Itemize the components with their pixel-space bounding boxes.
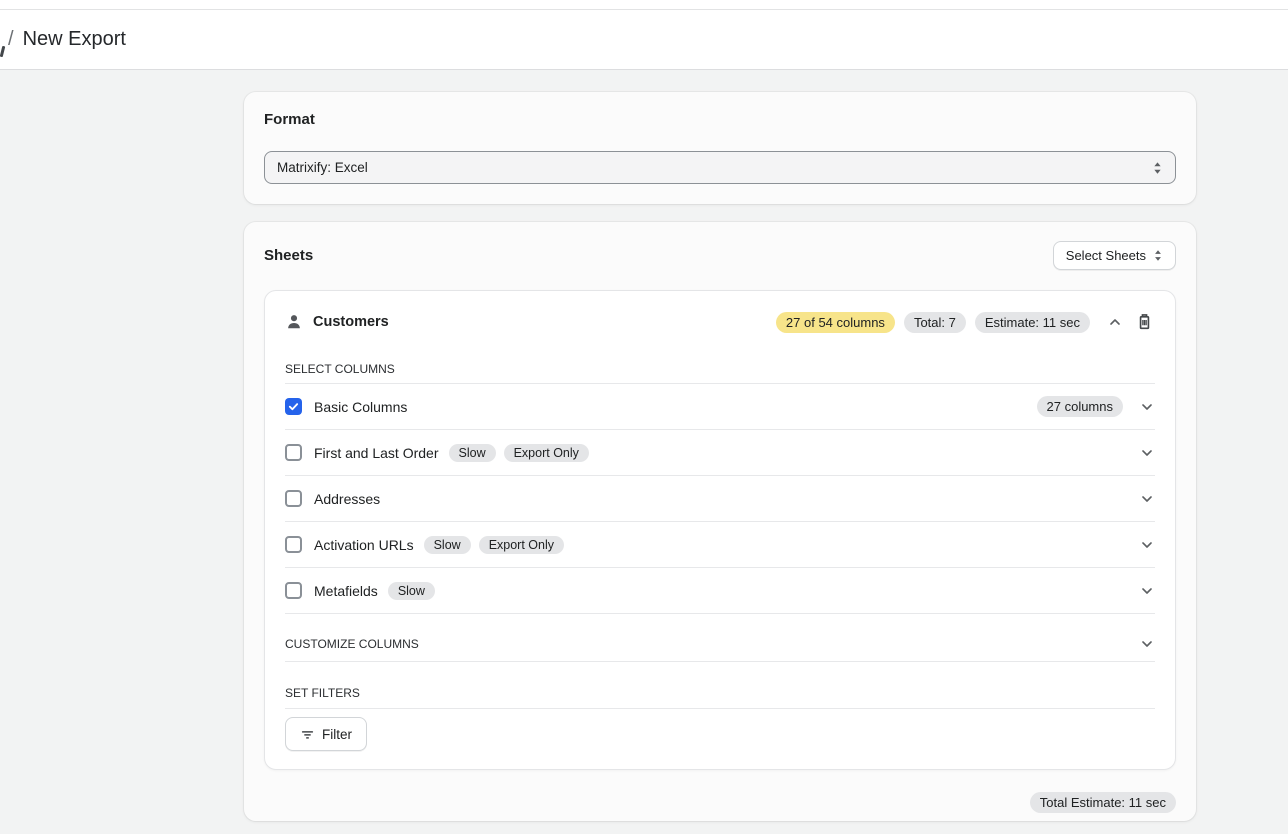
column-group-label: First and Last Order bbox=[314, 445, 439, 461]
page-background: Format Matrixify: Excel Sheets Select Sh… bbox=[0, 70, 1288, 834]
format-select-value: Matrixify: Excel bbox=[277, 160, 368, 175]
caret-updown-icon bbox=[1153, 249, 1163, 262]
chevron-down-icon[interactable] bbox=[1139, 583, 1155, 599]
checkmark-icon bbox=[288, 401, 299, 412]
checkbox[interactable] bbox=[285, 444, 302, 461]
checkbox[interactable] bbox=[285, 490, 302, 507]
top-divider bbox=[0, 0, 1288, 10]
column-group-badges: Slow bbox=[388, 582, 435, 600]
column-group-row[interactable]: Basic Columns 27 columns bbox=[285, 384, 1155, 430]
column-group-label: Addresses bbox=[314, 491, 380, 507]
sheets-card: Sheets Select Sheets Customers bbox=[244, 222, 1196, 821]
sheet-name: Customers bbox=[313, 314, 389, 330]
format-card-title: Format bbox=[264, 111, 1176, 128]
total-badge: Total: 7 bbox=[904, 312, 966, 333]
column-group-label: Activation URLs bbox=[314, 537, 414, 553]
row-tag-badge: Slow bbox=[388, 582, 435, 600]
checkbox[interactable] bbox=[285, 398, 302, 415]
chevron-down-icon[interactable] bbox=[1139, 537, 1155, 553]
collapse-sheet-button[interactable] bbox=[1105, 312, 1125, 332]
chevron-down-icon[interactable] bbox=[1139, 399, 1155, 415]
sheet-panel-customers: Customers 27 of 54 columns Total: 7 Esti… bbox=[264, 290, 1176, 770]
person-icon bbox=[285, 313, 303, 331]
select-columns-heading: SELECT COLUMNS bbox=[285, 362, 1155, 384]
customize-columns-row[interactable]: CUSTOMIZE COLUMNS bbox=[285, 636, 1155, 662]
select-sheets-button[interactable]: Select Sheets bbox=[1053, 241, 1176, 270]
row-tag-badge: Export Only bbox=[504, 444, 589, 462]
columns-count-badge: 27 of 54 columns bbox=[776, 312, 895, 333]
column-group-badges: Slow Export Only bbox=[449, 444, 589, 462]
row-tag-badge: Export Only bbox=[479, 536, 564, 554]
filter-button[interactable]: Filter bbox=[285, 717, 367, 751]
chevron-down-icon bbox=[1139, 636, 1155, 652]
checkbox[interactable] bbox=[285, 536, 302, 553]
checkbox[interactable] bbox=[285, 582, 302, 599]
format-select[interactable]: Matrixify: Excel bbox=[264, 151, 1176, 184]
column-group-label: Metafields bbox=[314, 583, 378, 599]
column-group-row[interactable]: Metafields Slow bbox=[285, 568, 1155, 614]
column-group-badges: Slow Export Only bbox=[424, 536, 564, 554]
column-group-label: Basic Columns bbox=[314, 399, 407, 415]
row-tag-badge: Slow bbox=[424, 536, 471, 554]
format-card: Format Matrixify: Excel bbox=[244, 92, 1196, 204]
filter-icon bbox=[300, 727, 315, 742]
total-estimate-badge: Total Estimate: 11 sec bbox=[1030, 792, 1176, 813]
sheets-card-title: Sheets bbox=[264, 247, 313, 264]
chevron-down-icon[interactable] bbox=[1139, 445, 1155, 461]
breadcrumb: / New Export bbox=[0, 10, 1288, 70]
delete-sheet-button[interactable] bbox=[1134, 311, 1155, 333]
estimate-badge: Estimate: 11 sec bbox=[975, 312, 1090, 333]
customize-columns-heading: CUSTOMIZE COLUMNS bbox=[285, 637, 419, 651]
clipped-text-fragment bbox=[0, 46, 5, 57]
page-title: New Export bbox=[23, 28, 126, 51]
column-group-row[interactable]: Activation URLs Slow Export Only bbox=[285, 522, 1155, 568]
chevron-up-icon bbox=[1107, 314, 1123, 330]
set-filters-heading: SET FILTERS bbox=[285, 686, 1155, 709]
column-group-row[interactable]: First and Last Order Slow Export Only bbox=[285, 430, 1155, 476]
chevron-down-icon[interactable] bbox=[1139, 491, 1155, 507]
filter-button-label: Filter bbox=[322, 727, 352, 742]
breadcrumb-separator: / bbox=[8, 28, 14, 51]
caret-updown-icon bbox=[1152, 161, 1163, 175]
select-sheets-label: Select Sheets bbox=[1066, 248, 1146, 263]
row-tag-badge: Slow bbox=[449, 444, 496, 462]
column-group-row[interactable]: Addresses bbox=[285, 476, 1155, 522]
column-group-list: Basic Columns 27 columns First and Last … bbox=[285, 384, 1155, 614]
column-count-badge: 27 columns bbox=[1037, 396, 1123, 417]
trash-icon bbox=[1136, 313, 1153, 331]
